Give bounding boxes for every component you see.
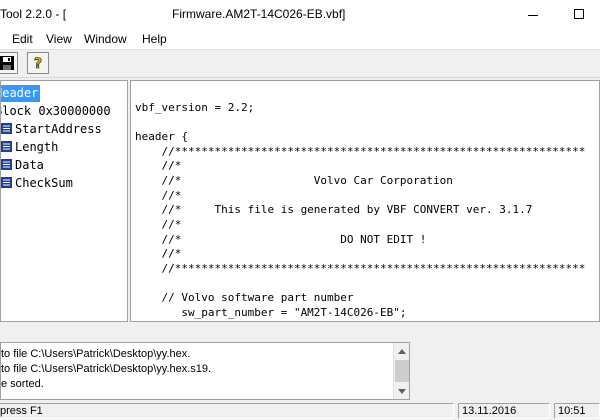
menu-view[interactable]: View [46,32,72,46]
code-editor[interactable]: vbf_version = 2.2; header { //**********… [130,80,600,322]
chevron-down-icon [398,388,406,394]
scroll-up-button[interactable] [394,343,409,359]
save-button[interactable] [0,52,18,74]
tree-item-length[interactable]: Length [1,139,58,156]
tree-item-header[interactable]: Header [1,85,41,102]
code-line: //* This file is generated by VBF CONVER… [135,203,533,217]
code-line: //* Volvo Car Corporation [135,173,453,187]
tree-item-startaddress[interactable]: StartAddress [1,121,102,138]
code-text: vbf_version = 2.2; header { //**********… [135,86,586,321]
tree-item-checksum[interactable]: CheckSum [1,175,73,192]
tree-item-label: StartAddress [15,122,102,136]
maximize-button[interactable] [556,0,600,28]
app-title: Tool 2.2.0 - [ [0,7,67,21]
scroll-thumb[interactable] [395,360,409,382]
status-date: 13.11.2016 [458,403,550,419]
code-line: sw_part_number = "AM2T-14C026-EB"; [135,305,407,319]
svg-text:?: ? [34,56,42,71]
code-line: //* [135,247,182,261]
help-button[interactable]: ? [27,52,49,74]
code-line: // Volvo software part number [135,291,354,305]
code-line: header { [135,129,188,143]
structure-tree[interactable]: Header Block 0x30000000 StartAddress Len… [0,80,128,322]
save-icon [0,56,14,70]
menu-help[interactable]: Help [142,32,167,46]
tree-item-label: Length [15,140,59,154]
log-line: to file C:\Users\Patrick\Desktop\yy.hex.… [1,363,212,375]
code-line: //* DO NOT EDIT ! [135,232,427,246]
tree-item-label: CheckSum [15,176,73,190]
minimize-icon [528,14,538,16]
log-line: to file C:\Users\Patrick\Desktop\yy.hex. [1,348,191,360]
log-line: e sorted. [1,378,44,390]
status-help: press F1 [0,403,454,419]
field-node-icon [1,177,12,188]
scroll-down-button[interactable] [394,383,409,399]
status-bar: press F1 13.11.2016 10:51 [0,402,600,420]
field-node-icon [1,141,12,152]
maximize-icon [574,9,584,19]
code-line: //* [135,159,182,173]
log-scrollbar[interactable] [393,343,409,399]
field-node-icon [1,123,12,134]
code-line: //**************************************… [135,144,586,158]
field-node-icon [1,159,12,170]
menu-edit[interactable]: Edit [12,32,33,46]
code-line: //**************************************… [135,261,586,275]
code-line: vbf_version = 2.2; [135,100,255,114]
menu-window[interactable]: Window [84,32,127,46]
document-title: Firmware.AM2T-14C026-EB.vbf] [172,7,346,21]
minimize-button[interactable] [510,0,556,28]
tree-item-data[interactable]: Data [1,157,44,174]
code-line: //* [135,188,182,202]
toolbar: ? [0,50,600,78]
help-icon: ? [34,56,43,71]
title-bar: Tool 2.2.0 - [ Firmware.AM2T-14C026-EB.v… [0,0,600,28]
tree-item-label: Data [15,158,44,172]
code-line: //* [135,217,182,231]
status-time: 10:51 [554,403,600,419]
tree-item-block[interactable]: Block 0x30000000 [1,103,111,120]
menu-bar: Edit View Window Help [0,28,600,50]
chevron-up-icon [398,348,406,354]
log-panel[interactable]: to file C:\Users\Patrick\Desktop\yy.hex.… [0,342,410,400]
